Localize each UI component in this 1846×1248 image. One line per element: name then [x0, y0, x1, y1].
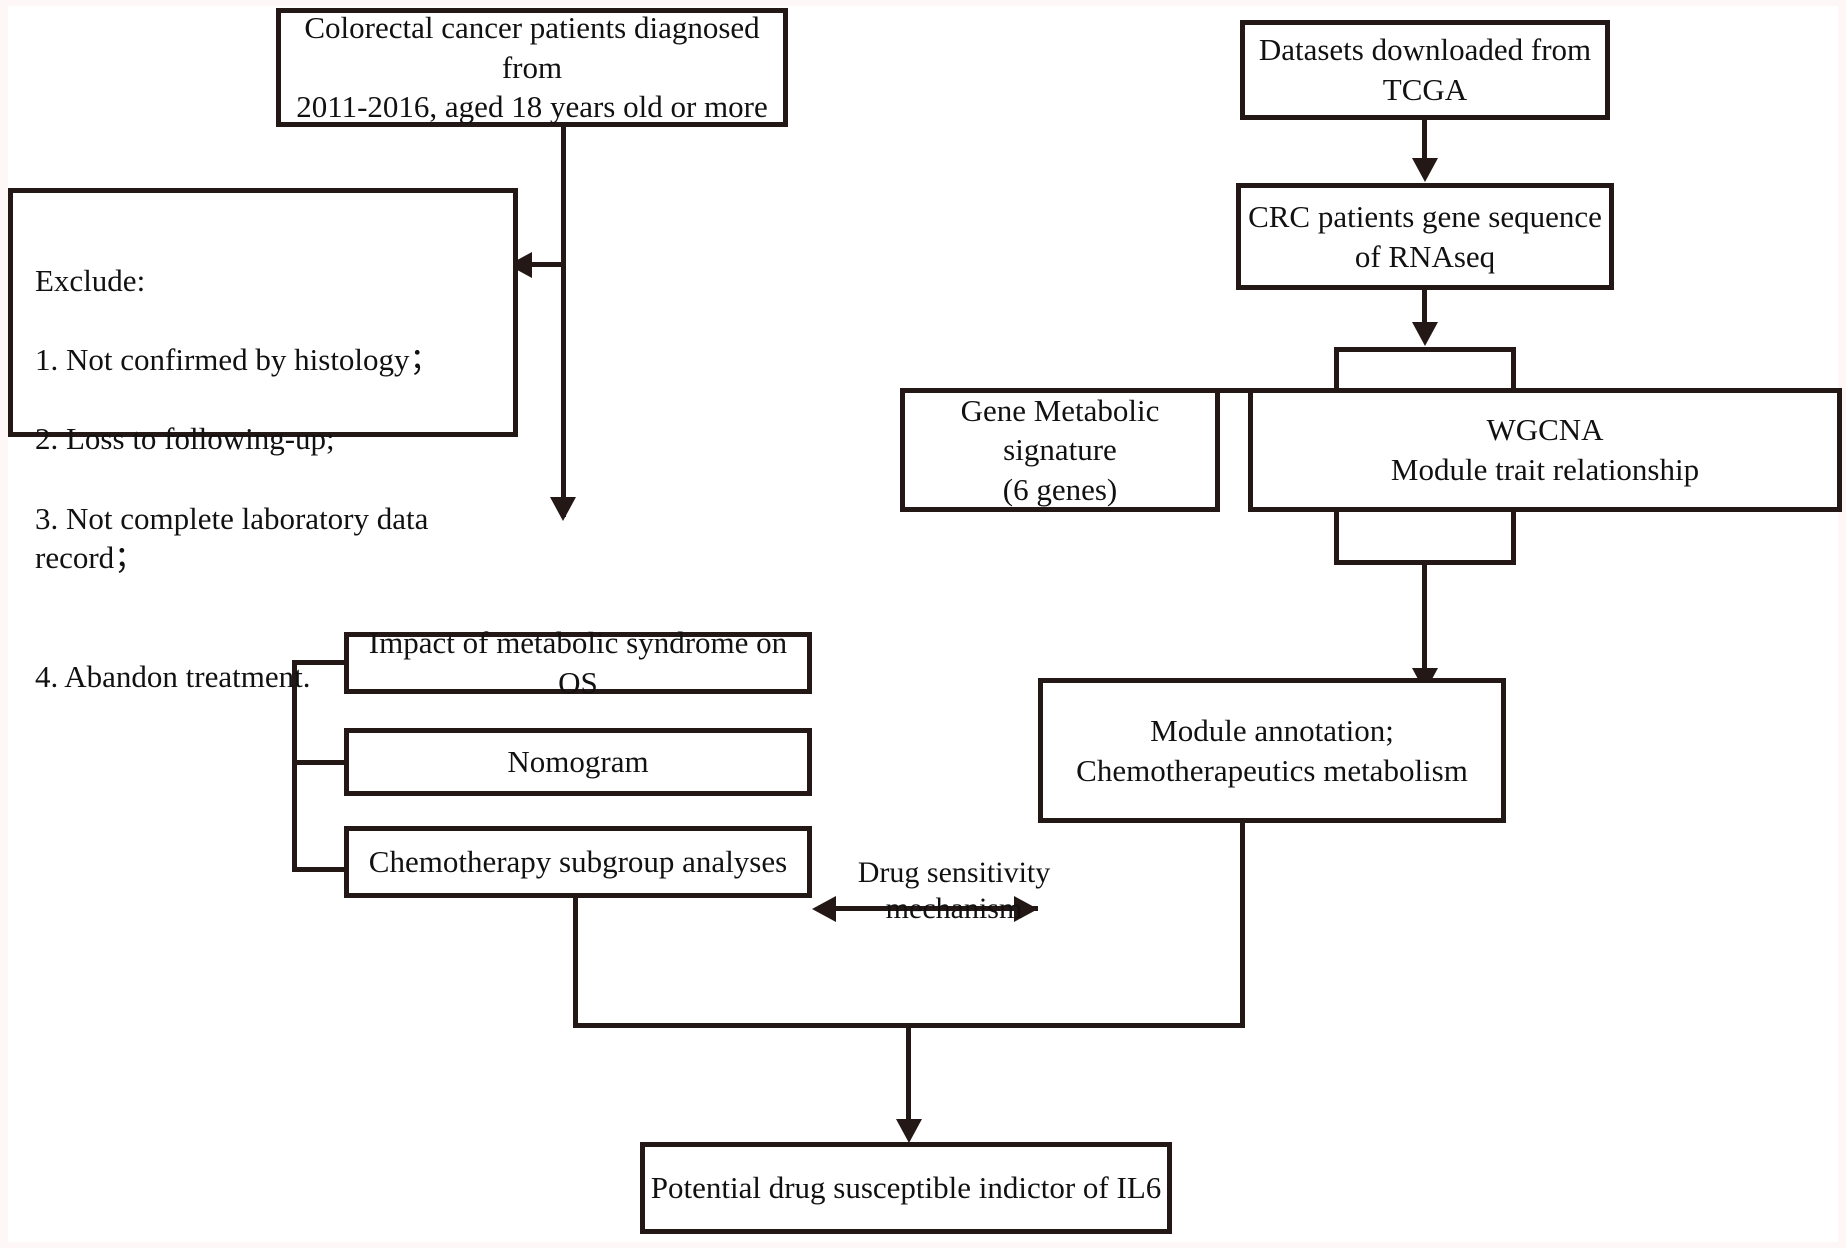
node-gene-metabolic-signature: Gene Metabolic signature (6 genes): [900, 388, 1220, 512]
exclusion-item-2: 2. Loss to following-up;: [35, 421, 335, 457]
node-module-annotation-label: Module annotation; Chemotherapeutics met…: [1076, 712, 1468, 788]
node-tcga-datasets-label: Datasets downloaded from TCGA: [1258, 32, 1592, 107]
exclusion-heading: Exclude:: [35, 262, 146, 298]
edge-chemo-down: [573, 898, 578, 1028]
node-impact-metabolic-syndrome-os-label: Impact of metabolic syndrome on OS: [368, 625, 788, 700]
node-chemotherapy-subgroup-analyses-label: Chemotherapy subgroup analyses: [368, 844, 788, 880]
node-wgcna-module-trait: WGCNA Module trait relationship: [1248, 388, 1842, 512]
edge-split-right-down: [1511, 347, 1516, 392]
edge-cohort-to-branch: [561, 127, 566, 517]
flowchart-canvas: Colorectal cancer patients diagnosed fro…: [0, 0, 1846, 1248]
node-cohort-criteria-label: Colorectal cancer patients diagnosed fro…: [296, 10, 768, 125]
edge-label-drug-sensitivity-text: Drug sensitivity mechanism: [857, 855, 1051, 926]
exclusion-item-1: 1. Not confirmed by histology；: [35, 342, 441, 378]
arrowhead-to-chemo-subgroup: [812, 896, 836, 922]
node-crc-rnaseq: CRC patients gene sequence of RNAseq: [1236, 183, 1614, 290]
edge-wgcna-down: [1511, 512, 1516, 565]
edge-module-down: [1240, 823, 1245, 1028]
exclusion-item-3: 3. Not complete laboratory data record；: [35, 500, 429, 576]
edge-label-drug-sensitivity: Drug sensitivity mechanism: [840, 818, 1068, 928]
edge-left-bracket-bottom: [292, 867, 347, 872]
node-nomogram: Nomogram: [344, 728, 812, 796]
arrowhead-datasets-to-rnaseq: [1412, 158, 1438, 182]
node-impact-metabolic-syndrome-os: Impact of metabolic syndrome on OS: [344, 625, 812, 700]
edge-gene-down: [1334, 512, 1339, 565]
edge-split-bar-top: [1334, 347, 1516, 352]
node-outcome-il6: Potential drug susceptible indictor of I…: [640, 1142, 1172, 1234]
arrowhead-merge-to-outcome: [896, 1119, 922, 1143]
edge-merge-to-outcome: [906, 1023, 911, 1129]
edge-left-bracket-mid: [292, 760, 347, 765]
node-exclusion-criteria: Exclude: 1. Not confirmed by histology； …: [8, 188, 518, 694]
edge-merge-to-module: [1422, 560, 1427, 678]
edge-split-left-down: [1334, 347, 1339, 392]
arrowhead-rnaseq-split: [1412, 322, 1438, 346]
node-tcga-datasets: Datasets downloaded from TCGA: [1240, 20, 1610, 120]
node-chemotherapy-subgroup-analyses: Chemotherapy subgroup analyses: [344, 826, 812, 898]
node-module-annotation: Module annotation; Chemotherapeutics met…: [1038, 678, 1506, 823]
node-wgcna-module-trait-label: WGCNA Module trait relationship: [1390, 412, 1700, 487]
node-crc-rnaseq-label: CRC patients gene sequence of RNAseq: [1248, 198, 1602, 274]
node-outcome-il6-label: Potential drug susceptible indictor of I…: [650, 1170, 1162, 1206]
node-gene-metabolic-signature-label: Gene Metabolic signature (6 genes): [960, 392, 1160, 507]
arrowhead-cohort-to-impact: [550, 497, 576, 521]
node-cohort-criteria: Colorectal cancer patients diagnosed fro…: [276, 8, 788, 127]
node-nomogram-label: Nomogram: [507, 744, 649, 780]
